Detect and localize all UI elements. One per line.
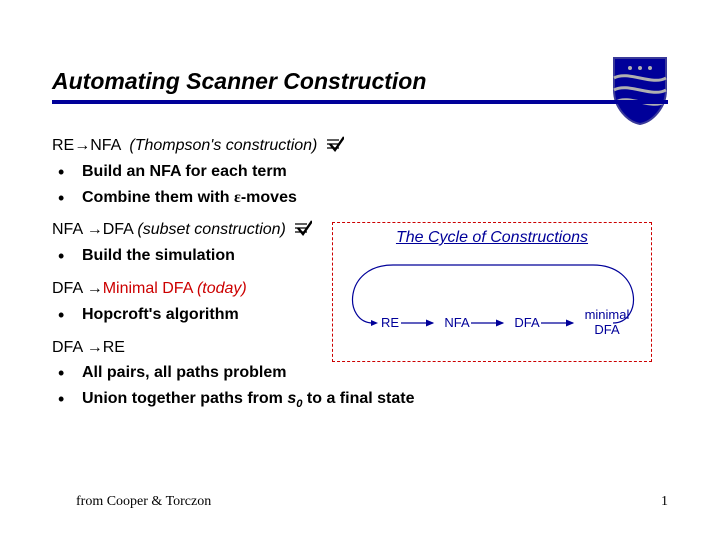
sec0-paren: (Thompson's construction)	[129, 137, 317, 154]
sec2-lhs: DFA	[52, 280, 87, 297]
checkmark-icon	[294, 220, 312, 236]
diagram-title: The Cycle of Constructions	[333, 229, 651, 247]
cycle-diagram: The Cycle of Constructions RE NFA DFA mi…	[332, 222, 652, 362]
footer-source: from Cooper & Torczon	[76, 494, 211, 510]
footer-pagenumber: 1	[661, 494, 668, 510]
sec1-rhs: DFA	[103, 221, 133, 238]
sec3-rhs: RE	[103, 339, 125, 356]
sec2-rhs: Minimal DFA	[103, 280, 193, 297]
list-item: All pairs, all paths problem	[52, 363, 668, 384]
sec3-lhs: DFA	[52, 339, 87, 356]
diagram-node-nfa: NFA	[439, 315, 475, 330]
diagram-node-dfa: DFA	[509, 315, 545, 330]
sec1-lhs: NFA	[52, 221, 87, 238]
sec1-paren: (subset construction)	[137, 221, 286, 238]
sec0-lhs: RE	[52, 137, 74, 154]
cycle-diagram-svg	[333, 251, 653, 356]
diagram-node-re: RE	[375, 315, 405, 330]
checkmark-icon	[326, 136, 344, 152]
logo-shield	[612, 56, 668, 126]
list-item: Combine them with ε-moves	[52, 188, 668, 209]
sec0-rhs: NFA	[90, 137, 120, 154]
list-item: Union together paths from s0 to a final …	[52, 389, 668, 412]
sec2-paren: (today)	[197, 280, 247, 297]
section-re-nfa: RE→NFA (Thompson's construction) Build a…	[52, 136, 668, 208]
diagram-node-mindfa: minimal DFA	[577, 307, 637, 337]
title-underline	[52, 100, 668, 104]
list-item: Build an NFA for each term	[52, 162, 668, 183]
page-title: Automating Scanner Construction	[52, 68, 426, 95]
